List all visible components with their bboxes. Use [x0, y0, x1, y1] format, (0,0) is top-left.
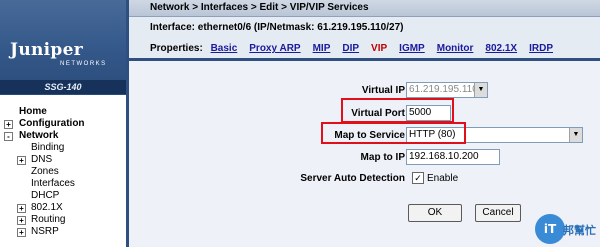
collapse-icon[interactable]: - [4, 132, 13, 141]
ithome-watermark: iT 邦幫忙 [535, 212, 599, 246]
sidebar-item-dhcp[interactable]: DHCP [0, 190, 126, 202]
vip-form-panel: Virtual IP 61.219.195.110 ▼ Virtual Port… [126, 58, 600, 247]
map-ip-value: 192.168.10.200 [409, 151, 479, 162]
button-row: OK Cancel [129, 204, 600, 222]
tab-igmp[interactable]: IGMP [399, 43, 425, 54]
sidebar-item-label: Network [19, 130, 59, 141]
sidebar-item-label: Interfaces [31, 178, 75, 189]
chevron-down-icon[interactable]: ▼ [569, 128, 582, 142]
sidebar-item-interfaces[interactable]: Interfaces [0, 178, 126, 190]
properties-label: Properties: [150, 43, 203, 54]
sidebar-item-label: DNS [31, 154, 53, 165]
sidebar-item-label: Binding [31, 142, 65, 153]
tab-mip[interactable]: MIP [313, 43, 331, 54]
device-model: SSG-140 [0, 80, 126, 94]
expand-icon[interactable]: + [17, 228, 26, 237]
map-ip-input[interactable]: 192.168.10.200 [406, 149, 500, 165]
expand-icon[interactable]: + [17, 156, 26, 165]
logo-subtitle: NETWORKS [60, 61, 107, 67]
sidebar-item-label: Configuration [19, 118, 85, 129]
cancel-button[interactable]: Cancel [475, 204, 521, 222]
sidebar-item-label: Zones [31, 166, 59, 177]
map-ip-row: Map to IP 192.168.10.200 [129, 149, 600, 165]
sidebar-item-dns[interactable]: + DNS [0, 154, 126, 166]
ok-button[interactable]: OK [408, 204, 462, 222]
virtual-ip-value: 61.219.195.110 [409, 84, 478, 95]
page-header: Network > Interfaces > Edit > VIP/VIP Se… [126, 0, 600, 58]
server-auto-detection-label: Server Auto Detection [300, 173, 405, 184]
virtual-ip-row: Virtual IP 61.219.195.110 ▼ [129, 82, 600, 98]
tab-basic[interactable]: Basic [211, 43, 238, 54]
map-service-highlight [321, 122, 466, 144]
watermark-badge: iT [535, 214, 565, 244]
sidebar-item-configuration[interactable]: + Configuration [0, 118, 126, 130]
sidebar-item-home[interactable]: Home [0, 106, 126, 118]
enable-checkbox[interactable]: ✓ [412, 172, 424, 184]
sidebar-item-nsrp[interactable]: + NSRP [0, 226, 126, 238]
tab-dip[interactable]: DIP [342, 43, 359, 54]
interface-info: Interface: ethernet0/6 (IP/Netmask: 61.2… [150, 22, 404, 33]
map-ip-label: Map to IP [360, 152, 405, 163]
expand-icon[interactable]: + [17, 216, 26, 225]
virtual-ip-label: Virtual IP [361, 85, 405, 96]
properties-tabs: Properties: Basic Proxy ARP MIP DIP VIP IGMP M… [150, 43, 565, 54]
expand-icon[interactable]: + [17, 204, 26, 213]
enable-label: Enable [427, 173, 459, 184]
watermark-text: 邦幫忙 [563, 225, 596, 237]
tab-vip[interactable]: VIP [371, 43, 387, 54]
sidebar-item-routing[interactable]: + Routing [0, 214, 126, 226]
brand-header: Juniper NETWORKS SSG-140 [0, 0, 126, 95]
tab-monitor[interactable]: Monitor [437, 43, 474, 54]
sidebar-item-label: Home [19, 106, 47, 117]
tab-802-1x[interactable]: 802.1X [485, 43, 517, 54]
nav-tree: Home + Configuration - Network Binding + DNS Zon… [0, 106, 126, 238]
chevron-down-icon[interactable]: ▼ [474, 83, 487, 97]
virtual-ip-select[interactable]: 61.219.195.110 ▼ [406, 82, 488, 98]
tab-proxy-arp[interactable]: Proxy ARP [249, 43, 300, 54]
sidebar-item-binding[interactable]: Binding [0, 142, 126, 154]
sidebar-item-zones[interactable]: Zones [0, 166, 126, 178]
sidebar: Juniper NETWORKS SSG-140 Home + Configurat… [0, 0, 126, 247]
expand-icon[interactable]: + [4, 120, 13, 129]
virtual-port-highlight [341, 98, 454, 123]
sidebar-item-label: DHCP [31, 190, 60, 201]
sidebar-item-network[interactable]: - Network [0, 130, 126, 142]
server-auto-detection-row: Server Auto Detection ✓ Enable [129, 170, 600, 186]
sidebar-item-label: 802.1X [31, 202, 63, 213]
sidebar-item-label: NSRP [31, 226, 59, 237]
sidebar-item-label: Routing [31, 214, 66, 225]
juniper-logo: Juniper [10, 40, 83, 60]
tab-irdp[interactable]: IRDP [529, 43, 553, 54]
sidebar-item-802-1x[interactable]: +802.1X [0, 202, 126, 214]
breadcrumb: Network > Interfaces > Edit > VIP/VIP Se… [129, 0, 600, 17]
